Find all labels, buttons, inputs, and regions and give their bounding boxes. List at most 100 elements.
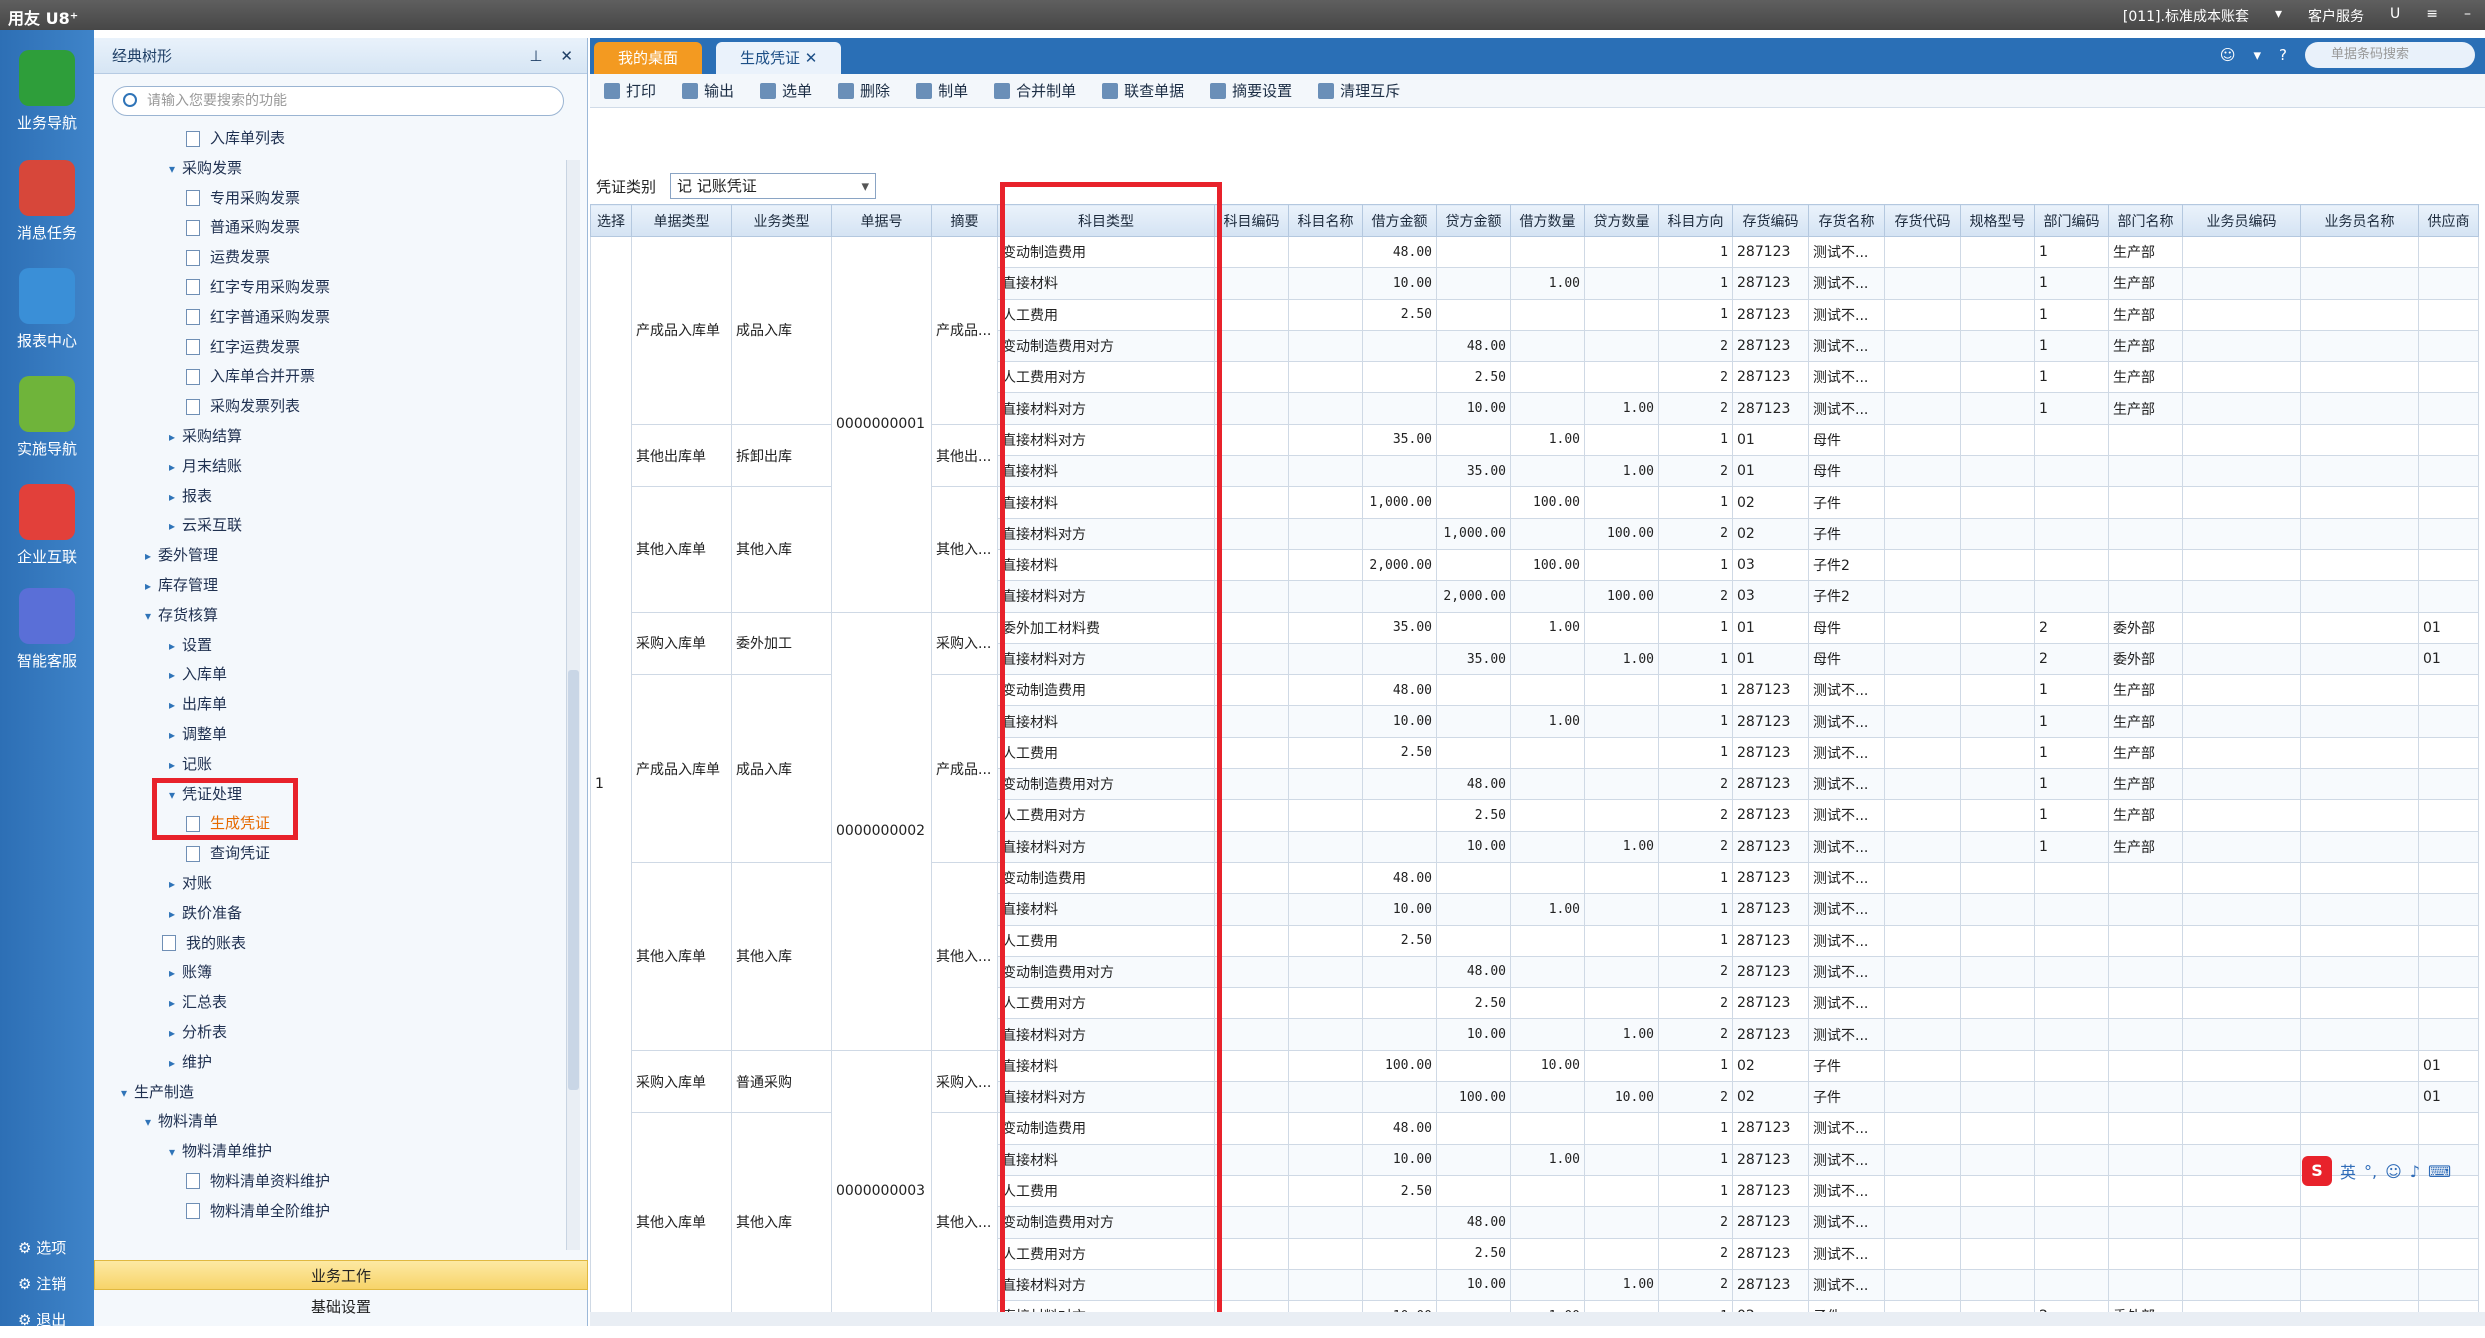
nav-item-1[interactable]: 消息任务 bbox=[0, 160, 94, 243]
toolbar-button[interactable]: 制单 bbox=[916, 80, 968, 101]
column-header[interactable]: 贷方数量 bbox=[1584, 204, 1659, 237]
chevron-right-icon[interactable]: ▸ bbox=[162, 870, 182, 900]
ime-language[interactable]: 英 bbox=[2340, 1159, 2356, 1183]
toolbar-button[interactable]: 合并制单 bbox=[994, 80, 1076, 101]
tree-item[interactable]: ▾ 生产制造 bbox=[94, 1078, 574, 1108]
tree-scrollbar[interactable] bbox=[566, 160, 580, 1250]
chevron-right-icon[interactable]: ▸ bbox=[162, 900, 182, 930]
mic-icon[interactable]: ♪ bbox=[2410, 1162, 2420, 1181]
toolbar-button[interactable]: 联查单据 bbox=[1102, 80, 1184, 101]
table-row[interactable]: 采购入库单 普通采购 0000000003 采购入... 直接材料 100.00 10.00… bbox=[591, 1049, 2479, 1324]
business-work-button[interactable]: 业务工作 bbox=[94, 1260, 588, 1290]
chevron-right-icon[interactable]: ▸ bbox=[162, 959, 182, 989]
base-settings-button[interactable]: 基础设置 bbox=[94, 1290, 588, 1324]
column-header[interactable]: 贷方金额 bbox=[1436, 204, 1511, 237]
tree-item[interactable]: 生成凭证 bbox=[94, 809, 574, 839]
emoji-icon[interactable]: ☺ bbox=[2385, 1162, 2402, 1181]
tree-item[interactable]: ▸ 云采互联 bbox=[94, 511, 574, 541]
tree-item[interactable]: ▸ 出库单 bbox=[94, 690, 574, 720]
tree-item[interactable]: ▸ 调整单 bbox=[94, 720, 574, 750]
column-header[interactable]: 部门名称 bbox=[2108, 204, 2183, 237]
tree-item[interactable]: 采购发票列表 bbox=[94, 392, 574, 422]
tree-item[interactable]: ▸ 维护 bbox=[94, 1048, 574, 1078]
column-header[interactable]: 业务类型 bbox=[731, 204, 832, 237]
tab-generate-voucher[interactable]: 生成凭证 ✕ bbox=[716, 42, 842, 74]
chevron-down-icon[interactable]: ▾ bbox=[138, 602, 158, 632]
column-header[interactable]: 规格型号 bbox=[1960, 204, 2035, 237]
chevron-right-icon[interactable]: ▸ bbox=[162, 512, 182, 542]
pin-icon[interactable]: ⊥ bbox=[529, 38, 542, 74]
tree-item[interactable]: 红字普通采购发票 bbox=[94, 303, 574, 333]
tree-item[interactable]: 物料清单全阶维护 bbox=[94, 1197, 574, 1227]
column-header[interactable]: 科目类型 bbox=[997, 204, 1215, 237]
column-header[interactable]: 借方数量 bbox=[1510, 204, 1585, 237]
tree-item[interactable]: ▾ 采购发票 bbox=[94, 154, 574, 184]
nav-bottom-item[interactable]: ⚙ 注销 bbox=[18, 1266, 66, 1302]
tree-item[interactable]: ▸ 汇总表 bbox=[94, 988, 574, 1018]
scroll-thumb[interactable] bbox=[568, 670, 579, 1090]
ime-toolbar[interactable]: S 英 °, ☺ ♪ ⌨ bbox=[2302, 1156, 2451, 1186]
chevron-right-icon[interactable]: ▸ bbox=[162, 661, 182, 691]
tree-search-input[interactable]: 请输入您要搜索的功能 bbox=[112, 86, 564, 116]
select-cell[interactable]: 1 bbox=[590, 235, 632, 1324]
tree-item[interactable]: 普通采购发票 bbox=[94, 213, 574, 243]
dropdown-icon[interactable]: ▾ bbox=[2254, 46, 2262, 64]
chevron-right-icon[interactable]: ▸ bbox=[162, 423, 182, 453]
nav-item-0[interactable]: 业务导航 bbox=[0, 50, 94, 133]
punctuation-icon[interactable]: °, bbox=[2364, 1162, 2377, 1181]
dropdown-icon[interactable]: ▾ bbox=[2275, 6, 2282, 26]
column-header[interactable]: 单据类型 bbox=[631, 204, 732, 237]
chevron-down-icon[interactable]: ▾ bbox=[138, 1108, 158, 1138]
tree-item[interactable]: ▸ 采购结算 bbox=[94, 422, 574, 452]
u-icon[interactable]: U bbox=[2390, 6, 2400, 26]
nav-bottom-item[interactable]: ⚙ 退出 bbox=[18, 1302, 66, 1338]
tree-item[interactable]: 运费发票 bbox=[94, 243, 574, 273]
toolbar-button[interactable]: 打印 bbox=[604, 80, 656, 101]
column-header[interactable]: 业务员名称 bbox=[2300, 204, 2419, 237]
toolbar-button[interactable]: 删除 bbox=[838, 80, 890, 101]
table-row[interactable]: 采购入库单 委外加工 0000000002 采购入... 委外加工材料费 35.00 1.0… bbox=[591, 611, 2479, 1051]
column-header[interactable]: 单据号 bbox=[831, 204, 932, 237]
nav-item-3[interactable]: 实施导航 bbox=[0, 376, 94, 459]
chevron-down-icon[interactable]: ▾ bbox=[162, 781, 182, 811]
chevron-right-icon[interactable]: ▸ bbox=[162, 483, 182, 513]
customer-service-button[interactable]: 客户服务 bbox=[2308, 6, 2364, 26]
column-header[interactable]: 存货编码 bbox=[1732, 204, 1809, 237]
chevron-right-icon[interactable]: ▸ bbox=[162, 751, 182, 781]
tree-item[interactable]: ▸ 对账 bbox=[94, 869, 574, 899]
help-icon[interactable]: ? bbox=[2279, 46, 2287, 64]
tree-item[interactable]: ▸ 入库单 bbox=[94, 660, 574, 690]
tree-item[interactable]: 物料清单资料维护 bbox=[94, 1167, 574, 1197]
keyboard-icon[interactable]: ⌨ bbox=[2428, 1162, 2451, 1181]
tree-item[interactable]: ▸ 账簿 bbox=[94, 958, 574, 988]
tree-item[interactable]: ▾ 物料清单 bbox=[94, 1107, 574, 1137]
tree-item[interactable]: ▸ 跌价准备 bbox=[94, 899, 574, 929]
column-header[interactable]: 科目名称 bbox=[1288, 204, 1363, 237]
toolbar-button[interactable]: 摘要设置 bbox=[1210, 80, 1292, 101]
table-row[interactable]: 1 产成品入库单 成品入库 0000000001 产成品... 变动制造费用 48.00 1 2… bbox=[590, 235, 2479, 1324]
voucher-type-select[interactable]: 记 记账凭证 bbox=[670, 173, 877, 199]
tree-item[interactable]: ▸ 委外管理 bbox=[94, 541, 574, 571]
chevron-down-icon[interactable]: ▾ bbox=[162, 155, 182, 185]
column-header[interactable]: 科目编码 bbox=[1214, 204, 1289, 237]
chevron-down-icon[interactable]: ▾ bbox=[162, 1138, 182, 1168]
tree-item[interactable]: 我的账表 bbox=[94, 929, 574, 959]
close-icon[interactable]: ✕ bbox=[560, 38, 573, 74]
tree-item[interactable]: ▸ 月末结账 bbox=[94, 452, 574, 482]
tree-item[interactable]: 红字运费发票 bbox=[94, 333, 574, 363]
column-header[interactable]: 供应商 bbox=[2418, 204, 2479, 237]
nav-item-4[interactable]: 企业互联 bbox=[0, 484, 94, 567]
smiley-icon[interactable]: ☺ bbox=[2220, 46, 2236, 64]
chevron-right-icon[interactable]: ▸ bbox=[162, 1049, 182, 1079]
column-header[interactable]: 存货代码 bbox=[1884, 204, 1961, 237]
tree-item[interactable]: ▾ 凭证处理 bbox=[94, 780, 574, 810]
nav-item-2[interactable]: 报表中心 bbox=[0, 268, 94, 351]
barcode-search-input[interactable]: 单据条码搜索 bbox=[2305, 42, 2475, 68]
minimize-button[interactable]: – bbox=[2464, 6, 2471, 26]
column-header[interactable]: 选择 bbox=[590, 204, 632, 237]
nav-item-5[interactable]: 智能客服 bbox=[0, 588, 94, 671]
tree-item[interactable]: ▾ 存货核算 bbox=[94, 601, 574, 631]
column-header[interactable]: 借方金额 bbox=[1362, 204, 1437, 237]
tree-item[interactable]: ▾ 物料清单维护 bbox=[94, 1137, 574, 1167]
column-header[interactable]: 摘要 bbox=[931, 204, 998, 237]
